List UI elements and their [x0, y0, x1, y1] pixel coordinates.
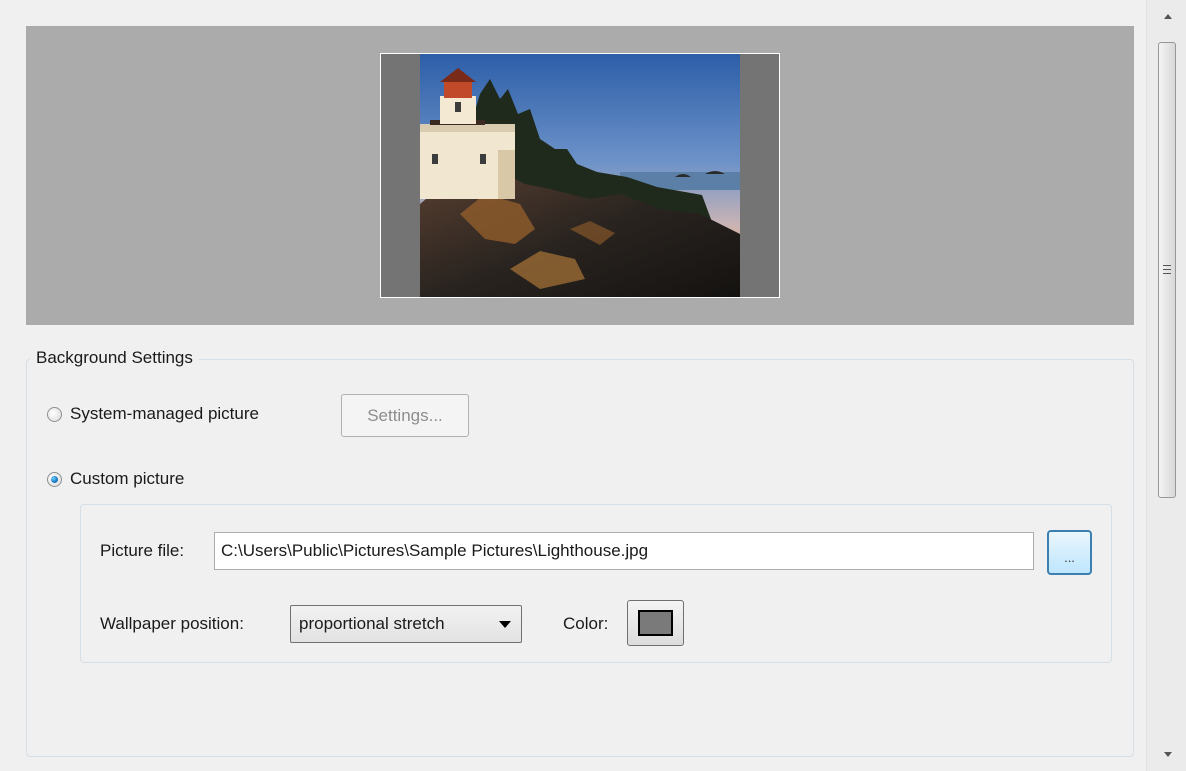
settings-button[interactable]: Settings... [341, 394, 469, 437]
lighthouse-wallpaper-image [420, 54, 740, 297]
color-label: Color: [563, 614, 609, 633]
wallpaper-position-select[interactable]: proportional stretch [290, 605, 522, 643]
scroll-up-arrow-icon[interactable] [1164, 14, 1172, 19]
custom-picture-options-panel [80, 504, 1112, 663]
scroll-down-arrow-icon[interactable] [1164, 752, 1172, 757]
dropdown-arrow-icon [499, 621, 511, 628]
system-managed-radio[interactable] [47, 406, 62, 422]
custom-picture-label: Custom picture [70, 469, 185, 488]
system-managed-picture-option[interactable]: System-managed picture [47, 404, 259, 424]
settings-page: Background Settings System-managed pictu… [0, 0, 1146, 771]
system-managed-label: System-managed picture [70, 404, 259, 423]
color-picker-button[interactable] [627, 600, 684, 646]
wallpaper-position-label: Wallpaper position: [100, 614, 244, 633]
browse-button[interactable]: ... [1047, 530, 1092, 575]
custom-picture-radio[interactable] [47, 471, 62, 487]
picture-file-input[interactable]: C:\Users\Public\Pictures\Sample Pictures… [214, 532, 1034, 570]
scrollbar-thumb[interactable] [1158, 42, 1176, 498]
color-swatch [638, 610, 673, 636]
custom-picture-option[interactable]: Custom picture [47, 469, 184, 489]
wallpaper-preview-monitor [380, 53, 780, 298]
vertical-scrollbar[interactable] [1146, 0, 1186, 771]
background-settings-legend: Background Settings [30, 348, 199, 368]
picture-file-label: Picture file: [100, 541, 185, 560]
wallpaper-position-value: proportional stretch [299, 614, 445, 633]
grip-icon [1163, 265, 1171, 274]
